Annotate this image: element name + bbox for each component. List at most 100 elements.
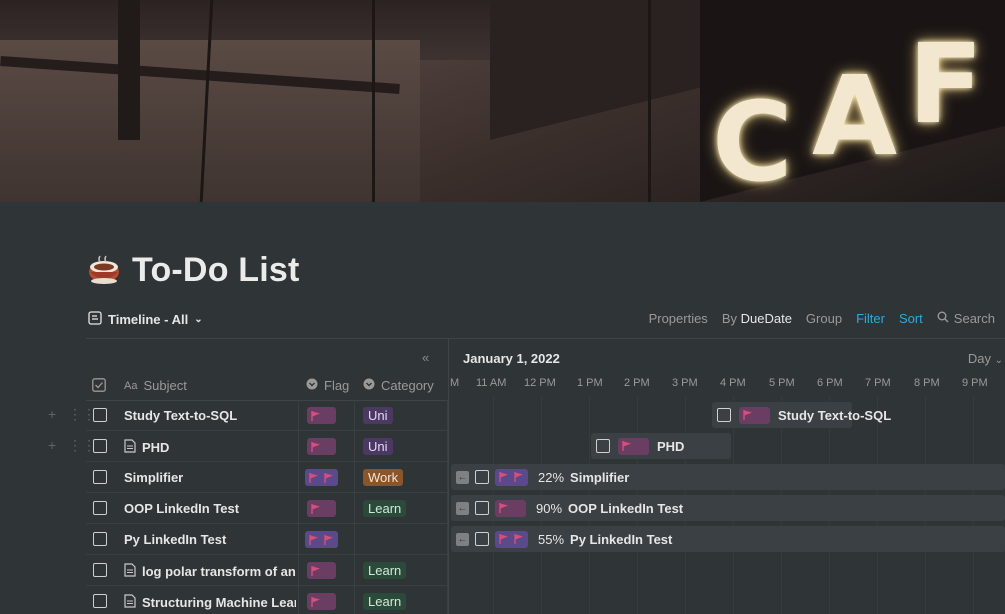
row-subject: Simplifier [124,470,184,485]
row-checkbox[interactable] [93,501,107,515]
flag-icon [311,410,320,421]
row-checkbox[interactable] [93,594,107,608]
hour-label: 12 PM [524,377,556,389]
category-tag: Work [363,469,404,486]
flag-icon [309,472,318,483]
cover-image: C A F [0,0,1005,202]
row-subject: Study Text-to-SQL [124,408,238,423]
flag-tag [495,499,526,517]
collapse-table-icon[interactable]: « [422,350,429,365]
arrow-left-icon[interactable]: ← [456,501,469,515]
category-tag: Uni [363,438,393,455]
timeline-scale-label: Day [967,351,991,366]
table-row[interactable]: Simplifier Work [86,462,448,493]
table-row[interactable]: OOP LinkedIn Test Learn [86,493,448,524]
bar-checkbox[interactable] [475,501,489,515]
bar-label: PHD [657,438,685,454]
group-button[interactable]: Group [806,311,842,326]
hour-label: 1 PM [577,377,603,389]
search-button[interactable]: Search [937,311,995,326]
select-property-icon [363,378,375,393]
bar-percent: 55% [538,531,565,547]
timeline-scale-select[interactable]: Day ⌄ [968,351,1003,366]
search-icon [937,311,949,326]
properties-button[interactable]: Properties [649,311,708,326]
category-tag: Learn [363,562,407,579]
page-title: To-Do List [132,250,300,289]
arrow-left-icon[interactable]: ← [456,470,469,484]
row-subject: Structuring Machine Lear [142,595,296,610]
column-flag[interactable]: Flag [306,378,349,393]
bar-checkbox[interactable] [717,408,731,422]
flag-tag [307,500,336,517]
row-checkbox[interactable] [93,470,107,484]
sort-button[interactable]: Sort [899,311,923,326]
flag-icon [311,565,320,576]
bar-checkbox[interactable] [475,532,489,546]
filter-button[interactable]: Filter [856,311,885,326]
add-row-icon[interactable]: + [48,406,56,422]
table-row[interactable]: Study Text-to-SQL Uni [86,400,448,431]
flag-tag [307,438,336,455]
timeline-bar[interactable]: ← 22% Simplifier [451,464,1005,490]
table-row[interactable]: Structuring Machine Lear Learn [86,586,448,614]
row-checkbox[interactable] [93,408,107,422]
flag-tag [495,468,528,486]
column-subject-label: Subject [143,378,187,393]
bar-label: OOP LinkedIn Test [568,500,684,516]
category-tag: Learn [363,593,407,610]
flag-icon [309,534,318,545]
add-row-icon[interactable]: + [48,437,56,453]
row-checkbox[interactable] [93,439,107,453]
hour-label: 11 AM [476,377,507,389]
column-category[interactable]: Category [363,378,434,393]
flag-tag [495,530,528,548]
hour-label: 9 PM [962,377,988,389]
timeline-bar[interactable]: ← 55% Py LinkedIn Test [451,526,1005,552]
flag-icon [514,472,523,482]
table-row[interactable]: Py LinkedIn Test [86,524,448,555]
flag-icon [499,472,508,482]
text-property-icon: Aa [124,379,138,392]
flag-icon [324,472,333,483]
timeline-bar[interactable]: PHD [591,433,731,459]
bar-checkbox[interactable] [475,470,489,484]
table-row[interactable]: log polar transform of an Learn [86,555,448,586]
timeline-bar[interactable]: Study Text-to-SQL [712,402,891,428]
select-all-checkbox[interactable] [92,378,106,392]
chevron-down-icon: ⌄ [994,355,1003,366]
hour-label: 8 PM [914,377,940,389]
search-label: Search [953,311,995,326]
hour-label: 2 PM [624,377,650,389]
category-tag: Learn [363,500,407,517]
view-name: Timeline - All [108,312,189,327]
table-header: Aa Subject Flag Category [86,371,448,401]
flag-tag [305,469,338,486]
row-subject: PHD [142,440,170,455]
column-subject[interactable]: Aa Subject [124,378,187,393]
document-icon [124,439,136,456]
by-prefix: By [721,311,737,326]
table-row[interactable]: PHD Uni [86,431,448,462]
bar-percent: 90% [536,500,563,516]
by-field: DueDate [740,311,792,326]
column-flag-label: Flag [324,378,350,393]
sort-by-button[interactable]: By DueDate [722,311,792,326]
flag-icon [499,503,508,513]
arrow-left-icon[interactable]: ← [456,532,469,546]
bar-checkbox[interactable] [596,439,610,453]
timeline-bar[interactable]: ← 90% OOP LinkedIn Test [451,495,1005,521]
view-switcher[interactable]: Timeline - All ⌄ [88,311,203,328]
row-checkbox[interactable] [93,563,107,577]
bar-label: Py LinkedIn Test [570,531,673,547]
flag-icon [499,534,508,544]
hour-label: M [450,377,460,389]
timeline-view-icon [88,311,102,328]
bar-label: Simplifier [570,469,630,485]
hour-label: 4 PM [720,377,746,389]
row-checkbox[interactable] [93,532,107,546]
document-icon [124,594,136,611]
flag-tag [618,437,649,455]
flag-icon [311,596,320,607]
hour-label: 5 PM [769,377,795,389]
